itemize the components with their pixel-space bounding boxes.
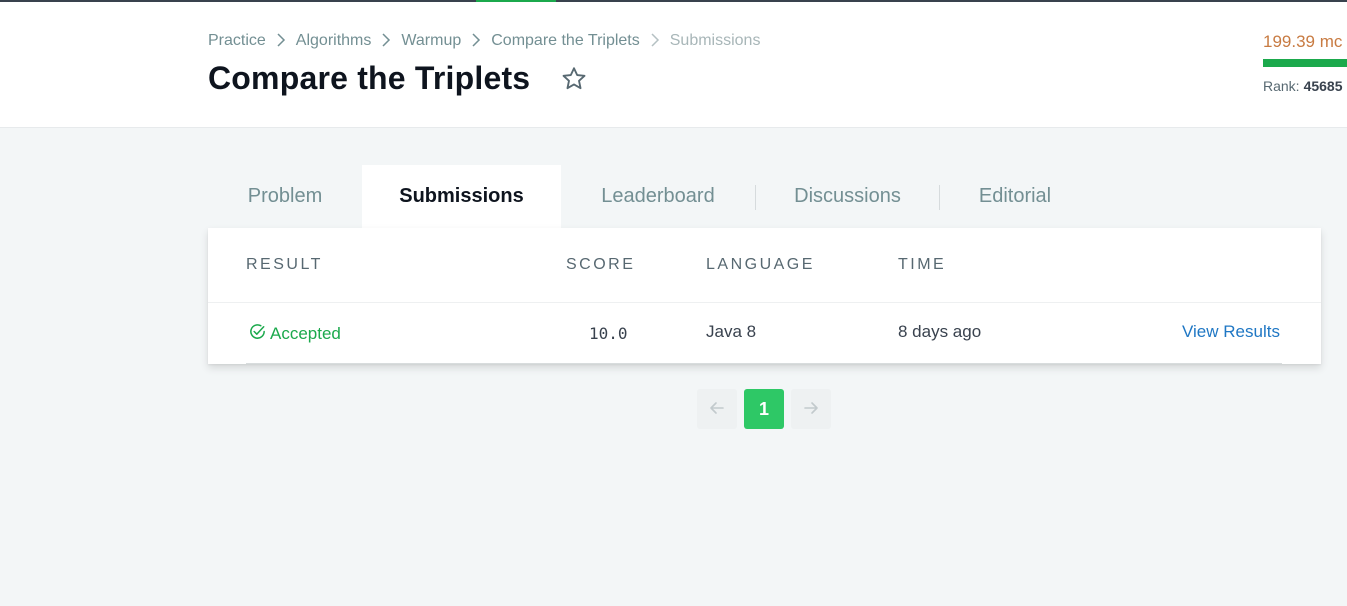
tab-submissions[interactable]: Submissions <box>362 165 561 228</box>
time-cell: 8 days ago <box>898 322 982 341</box>
column-header-time: TIME <box>898 256 947 273</box>
tab-leaderboard[interactable]: Leaderboard <box>561 165 755 228</box>
tab-editorial[interactable]: Editorial <box>940 165 1090 228</box>
view-results-link[interactable]: View Results <box>1182 322 1280 342</box>
column-header-score: SCORE <box>566 256 636 273</box>
chevron-right-icon <box>640 32 670 50</box>
chevron-right-icon <box>461 32 491 50</box>
tab-discussions[interactable]: Discussions <box>756 165 939 228</box>
chevron-right-icon <box>371 32 401 50</box>
submissions-table: RESULT SCORE LANGUAGE TIME Accepted 10.0… <box>208 228 1321 364</box>
breadcrumb-warmup[interactable]: Warmup <box>401 32 461 50</box>
check-circle-icon <box>248 322 270 346</box>
tab-bar: Problem Submissions Leaderboard Discussi… <box>208 165 1090 228</box>
result-cell: Accepted <box>248 322 341 346</box>
tab-problem[interactable]: Problem <box>208 165 362 228</box>
profile-points: 199.39 mc <box>1263 32 1343 51</box>
language-cell: Java 8 <box>706 322 757 341</box>
column-header-result: RESULT <box>246 256 323 273</box>
star-outline-icon[interactable] <box>560 65 588 93</box>
page-header: Practice Algorithms Warmup Compare the T… <box>0 2 1347 128</box>
result-status: Accepted <box>270 324 341 343</box>
breadcrumb-algorithms[interactable]: Algorithms <box>296 32 372 50</box>
row-divider <box>246 363 1282 364</box>
pagination-page-1[interactable]: 1 <box>744 389 784 429</box>
breadcrumb-current: Submissions <box>669 32 761 49</box>
profile-rank: Rank: 45685 <box>1263 78 1343 94</box>
breadcrumb-compare-the-triplets[interactable]: Compare the Triplets <box>491 32 640 50</box>
breadcrumb-practice[interactable]: Practice <box>208 32 266 50</box>
profile-progress-bar <box>1263 59 1347 67</box>
pagination-next-button[interactable] <box>791 389 831 429</box>
rank-label: Rank: <box>1263 78 1300 94</box>
page-title: Compare the Triplets <box>208 60 531 96</box>
chevron-right-icon <box>266 32 296 50</box>
rank-value: 45685 <box>1303 78 1343 94</box>
breadcrumb: Practice Algorithms Warmup Compare the T… <box>208 32 760 50</box>
arrow-left-icon <box>709 399 725 420</box>
pagination-prev-button[interactable] <box>697 389 737 429</box>
arrow-right-icon <box>803 399 819 420</box>
column-header-language: LANGUAGE <box>706 256 815 273</box>
score-cell: 10.0 <box>589 324 628 343</box>
header-divider <box>208 302 1321 303</box>
